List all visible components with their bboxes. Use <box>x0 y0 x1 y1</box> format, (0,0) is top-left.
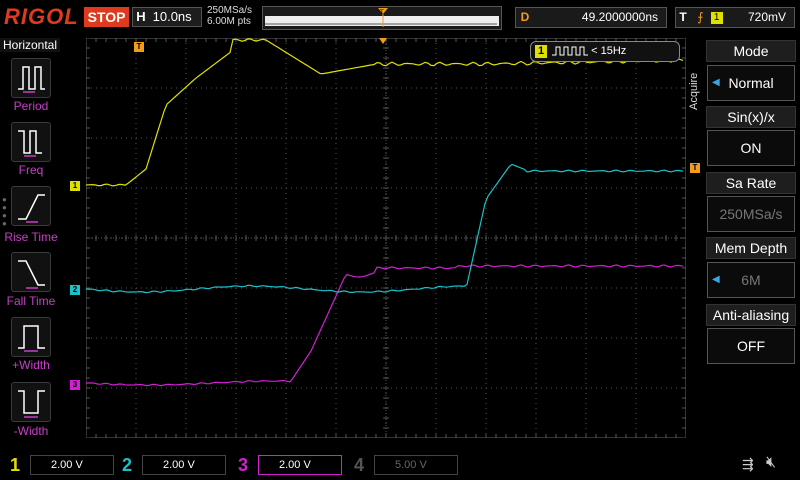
speaker-mute-icon: 🔇︎ <box>766 454 777 471</box>
channel-3-number: 3 <box>237 455 248 475</box>
mem-depth-select[interactable]: ◀ 6M <box>707 262 795 298</box>
trigger-level-marker[interactable]: T <box>690 163 700 173</box>
brand-logo: RIGOL <box>4 4 79 29</box>
freq-icon <box>18 130 42 157</box>
sa-rate-title: Sa Rate <box>706 172 796 194</box>
channel-4-status[interactable]: 4 5.00 V <box>348 454 460 478</box>
channel-1-offset-marker[interactable]: 1 <box>70 181 80 191</box>
period-button[interactable] <box>11 58 51 98</box>
channel-2-number: 2 <box>121 455 132 475</box>
freq-label: Freq <box>18 163 44 177</box>
channel-1-number: 1 <box>9 455 20 475</box>
sample-info: 250MSa/s 6.00M pts <box>207 5 252 27</box>
run-stop-button[interactable]: STOP <box>84 7 129 27</box>
mem-depth-value: 6M <box>741 272 761 288</box>
trigger-settings[interactable]: T ⨍ 1 720mV <box>675 7 795 28</box>
trigger-level-value: 720mV <box>747 10 786 24</box>
rising-edge-icon: ⨍ <box>697 10 704 24</box>
mem-depth-arrow-icon: ◀ <box>712 274 720 285</box>
horizontal-timebase[interactable]: H 10.0ns <box>132 7 202 27</box>
negative-width-label: -Width <box>13 424 49 438</box>
mode-title: Mode <box>706 40 796 62</box>
delay-value: 49.2000000ns <box>581 10 658 24</box>
mode-arrow-icon: ◀ <box>712 77 720 88</box>
trigger-position-marker: T <box>134 42 144 52</box>
memory-overview-bar: T <box>262 6 502 30</box>
channel-2-offset-marker[interactable]: 2 <box>70 285 80 295</box>
channel-2-scale: 2.00 V <box>142 455 226 475</box>
rise-time-button[interactable] <box>11 186 51 226</box>
waveform-display[interactable] <box>86 38 686 438</box>
positive-width-label: +Width <box>12 358 50 372</box>
period-icon <box>18 66 45 93</box>
counter-value: < 15Hz <box>591 45 627 57</box>
delay-key: D <box>520 10 530 24</box>
channel-3-scale: 2.00 V <box>258 455 342 475</box>
channel-4-number: 4 <box>353 455 364 475</box>
usb-icon: ⇶ <box>742 456 754 472</box>
frequency-counter: 1 < 15Hz <box>530 41 680 62</box>
negative-width-icon <box>18 390 45 418</box>
horizontal-delay[interactable]: D 49.2000000ns <box>515 7 667 28</box>
timebase-value: 10.0ns <box>152 9 192 24</box>
positive-width-icon <box>18 325 45 352</box>
page-indicator-dots: ● ● ● ● <box>2 195 7 228</box>
mode-select[interactable]: ◀ Normal <box>707 65 795 101</box>
period-label: Period <box>13 99 49 113</box>
channel-1-scale: 2.00 V <box>30 455 114 475</box>
left-panel-title: Horizontal <box>0 38 60 52</box>
mem-depth-title: Mem Depth <box>706 237 796 259</box>
fall-time-icon <box>18 260 45 289</box>
positive-width-button[interactable] <box>11 317 51 357</box>
anti-aliasing-toggle[interactable]: OFF <box>707 328 795 364</box>
channel-3-offset-marker[interactable]: 3 <box>70 380 80 390</box>
channel-2-status[interactable]: 2 2.00 V <box>116 454 228 478</box>
mode-value: Normal <box>728 75 774 91</box>
sinx-title: Sin(x)/x <box>706 106 796 128</box>
channel-4-scale: 5.00 V <box>374 455 458 475</box>
horizontal-center-marker <box>379 38 387 44</box>
counter-pulse-icon <box>552 46 589 56</box>
sinx-toggle[interactable]: ON <box>707 130 795 166</box>
sa-rate-value: 250MSa/s <box>707 196 795 232</box>
rise-time-icon <box>18 194 45 223</box>
negative-width-button[interactable] <box>11 382 51 422</box>
status-icons: ⇶ 🔇︎ <box>700 454 796 478</box>
channel-3-status[interactable]: 3 2.00 V <box>232 454 344 478</box>
fall-time-button[interactable] <box>11 252 51 292</box>
memory-overview-waveform: T <box>265 8 499 27</box>
counter-channel-badge: 1 <box>535 45 547 58</box>
freq-button[interactable] <box>11 122 51 162</box>
sample-rate: 250MSa/s <box>207 5 253 16</box>
menu-side-label: Acquire <box>688 72 700 110</box>
anti-aliasing-title: Anti-aliasing <box>706 304 796 326</box>
trigger-source-badge: 1 <box>710 11 723 24</box>
trigger-key: T <box>679 10 687 24</box>
horizontal-key: H <box>136 9 146 24</box>
rise-time-label: Rise Time <box>4 230 58 244</box>
fall-time-label: Fall Time <box>6 294 56 308</box>
channel-1-status[interactable]: 1 2.00 V <box>4 454 116 478</box>
memory-points: 6.00M pts <box>207 16 251 27</box>
